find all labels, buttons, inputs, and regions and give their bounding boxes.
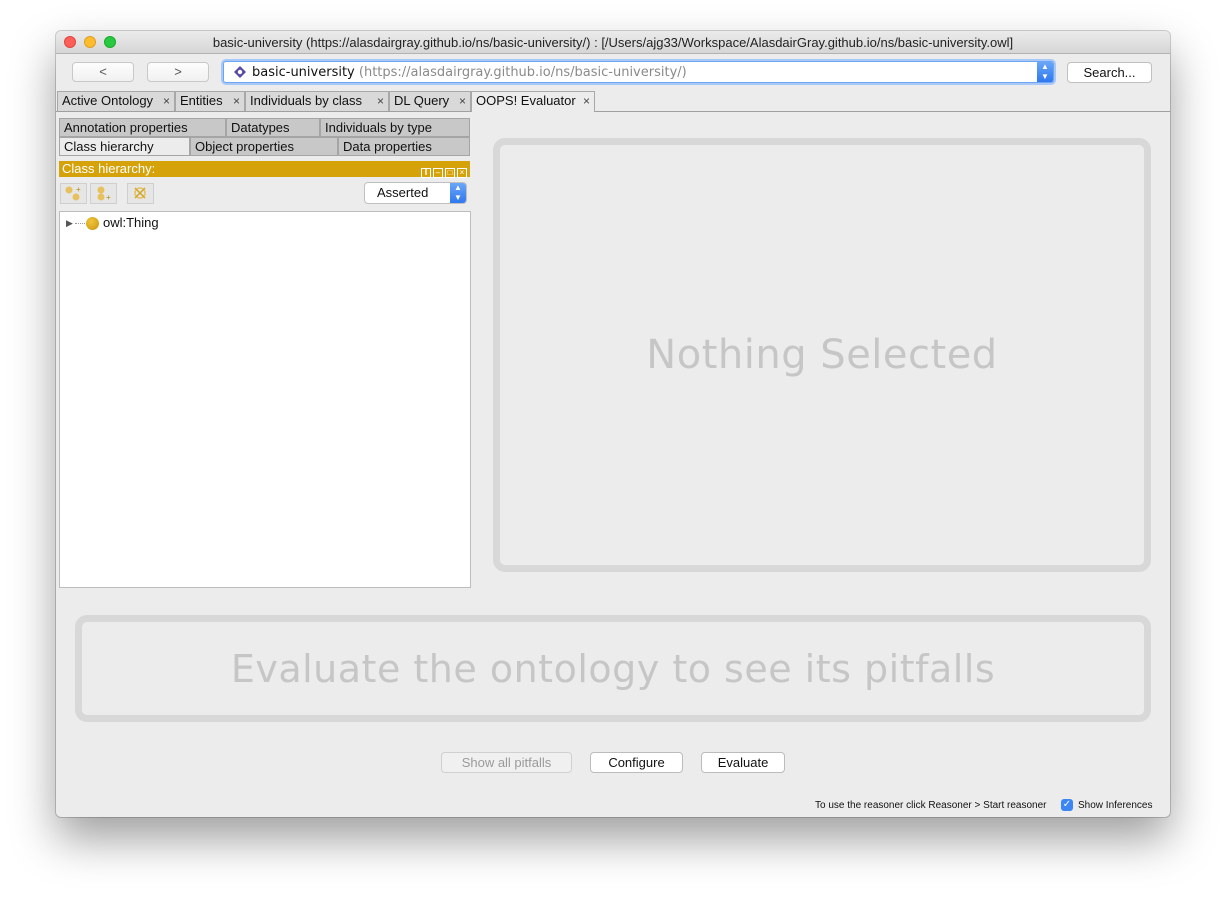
close-icon[interactable]: × xyxy=(233,92,240,110)
subtab-class-hierarchy[interactable]: Class hierarchy xyxy=(59,137,190,156)
minimize-view-icon[interactable]: – xyxy=(433,168,443,178)
show-inferences-checkbox[interactable]: ✓ xyxy=(1061,799,1073,811)
subtab-individuals-by-type[interactable]: Individuals by type xyxy=(320,118,470,137)
tab-entities[interactable]: Entities × xyxy=(175,91,245,111)
back-button[interactable]: < xyxy=(72,62,134,82)
active-ontology-selector[interactable]: basic-university (https://alasdairgray.g… xyxy=(223,61,1054,83)
window-title: basic-university (https://alasdairgray.g… xyxy=(212,35,1014,50)
subtab-datatypes[interactable]: Datatypes xyxy=(226,118,320,137)
pitfalls-placeholder-text: Evaluate the ontology to see its pitfall… xyxy=(230,646,996,691)
tab-label: Entities xyxy=(180,93,223,108)
add-sibling-icon: + xyxy=(97,186,111,202)
maximize-view-icon[interactable]: □ xyxy=(445,168,455,178)
reasoner-hint: To use the reasoner click Reasoner > Sta… xyxy=(815,800,1047,811)
class-tree[interactable]: ▶ owl:Thing xyxy=(59,211,471,588)
ontology-iri: (https://alasdairgray.github.io/ns/basic… xyxy=(358,65,687,80)
class-hierarchy-header: Class hierarchy: ‖ – □ × xyxy=(59,161,470,178)
add-subclass-button[interactable]: + xyxy=(60,183,87,204)
show-all-pitfalls-button[interactable]: Show all pitfalls xyxy=(441,752,572,773)
tab-bar: Active Ontology × Entities × Individuals… xyxy=(56,91,1170,112)
class-icon xyxy=(86,217,99,230)
close-icon[interactable]: × xyxy=(377,92,384,110)
search-button[interactable]: Search... xyxy=(1067,62,1152,83)
svg-text:+: + xyxy=(76,185,81,194)
delete-class-icon xyxy=(134,187,146,199)
split-view-icon[interactable]: ‖ xyxy=(421,168,431,178)
show-inferences-label: Show Inferences xyxy=(1078,800,1153,811)
title-bar: basic-university (https://alasdairgray.g… xyxy=(56,31,1170,54)
protege-window: basic-university (https://alasdairgray.g… xyxy=(56,31,1170,817)
chevron-updown-icon: ▲ ▼ xyxy=(450,183,466,203)
add-sibling-class-button[interactable]: + xyxy=(90,183,117,204)
add-subclass-icon: + xyxy=(65,185,81,201)
tree-node-label: owl:Thing xyxy=(103,215,159,230)
ontology-name: basic-university xyxy=(252,65,355,80)
hierarchy-mode-select[interactable]: Asserted ▲ ▼ xyxy=(364,182,467,204)
configure-button[interactable]: Configure xyxy=(590,752,683,773)
forward-button[interactable]: > xyxy=(147,62,209,82)
close-view-icon[interactable]: × xyxy=(457,168,467,178)
view-title: Class hierarchy: xyxy=(62,161,156,176)
tab-individuals-by-class[interactable]: Individuals by class × xyxy=(245,91,389,111)
tab-active-ontology[interactable]: Active Ontology × xyxy=(57,91,175,111)
ontology-icon xyxy=(234,66,246,78)
close-icon[interactable]: × xyxy=(459,92,466,110)
close-icon[interactable]: × xyxy=(583,92,590,110)
pitfalls-panel: Evaluate the ontology to see its pitfall… xyxy=(75,615,1151,722)
subtab-object-properties[interactable]: Object properties xyxy=(190,137,338,156)
subtab-data-properties[interactable]: Data properties xyxy=(338,137,470,156)
tab-dl-query[interactable]: DL Query × xyxy=(389,91,471,111)
chevron-updown-icon[interactable]: ▲ ▼ xyxy=(1037,62,1053,82)
tab-label: Individuals by class xyxy=(250,93,362,108)
nothing-selected-text: Nothing Selected xyxy=(646,332,998,378)
subtab-annotation-properties[interactable]: Annotation properties xyxy=(59,118,226,137)
delete-class-button[interactable] xyxy=(127,183,154,204)
tab-label: DL Query xyxy=(394,93,450,108)
selection-detail-panel: Nothing Selected xyxy=(493,138,1151,572)
tab-oops-evaluator[interactable]: OOPS! Evaluator × xyxy=(471,91,595,112)
hierarchy-mode-value: Asserted xyxy=(377,185,429,200)
expand-arrow-icon[interactable]: ▶ xyxy=(66,215,73,231)
tab-label: OOPS! Evaluator xyxy=(476,93,576,108)
svg-text:+: + xyxy=(106,193,111,202)
close-icon[interactable]: × xyxy=(163,92,170,110)
evaluate-button[interactable]: Evaluate xyxy=(701,752,785,773)
tab-label: Active Ontology xyxy=(62,93,154,108)
